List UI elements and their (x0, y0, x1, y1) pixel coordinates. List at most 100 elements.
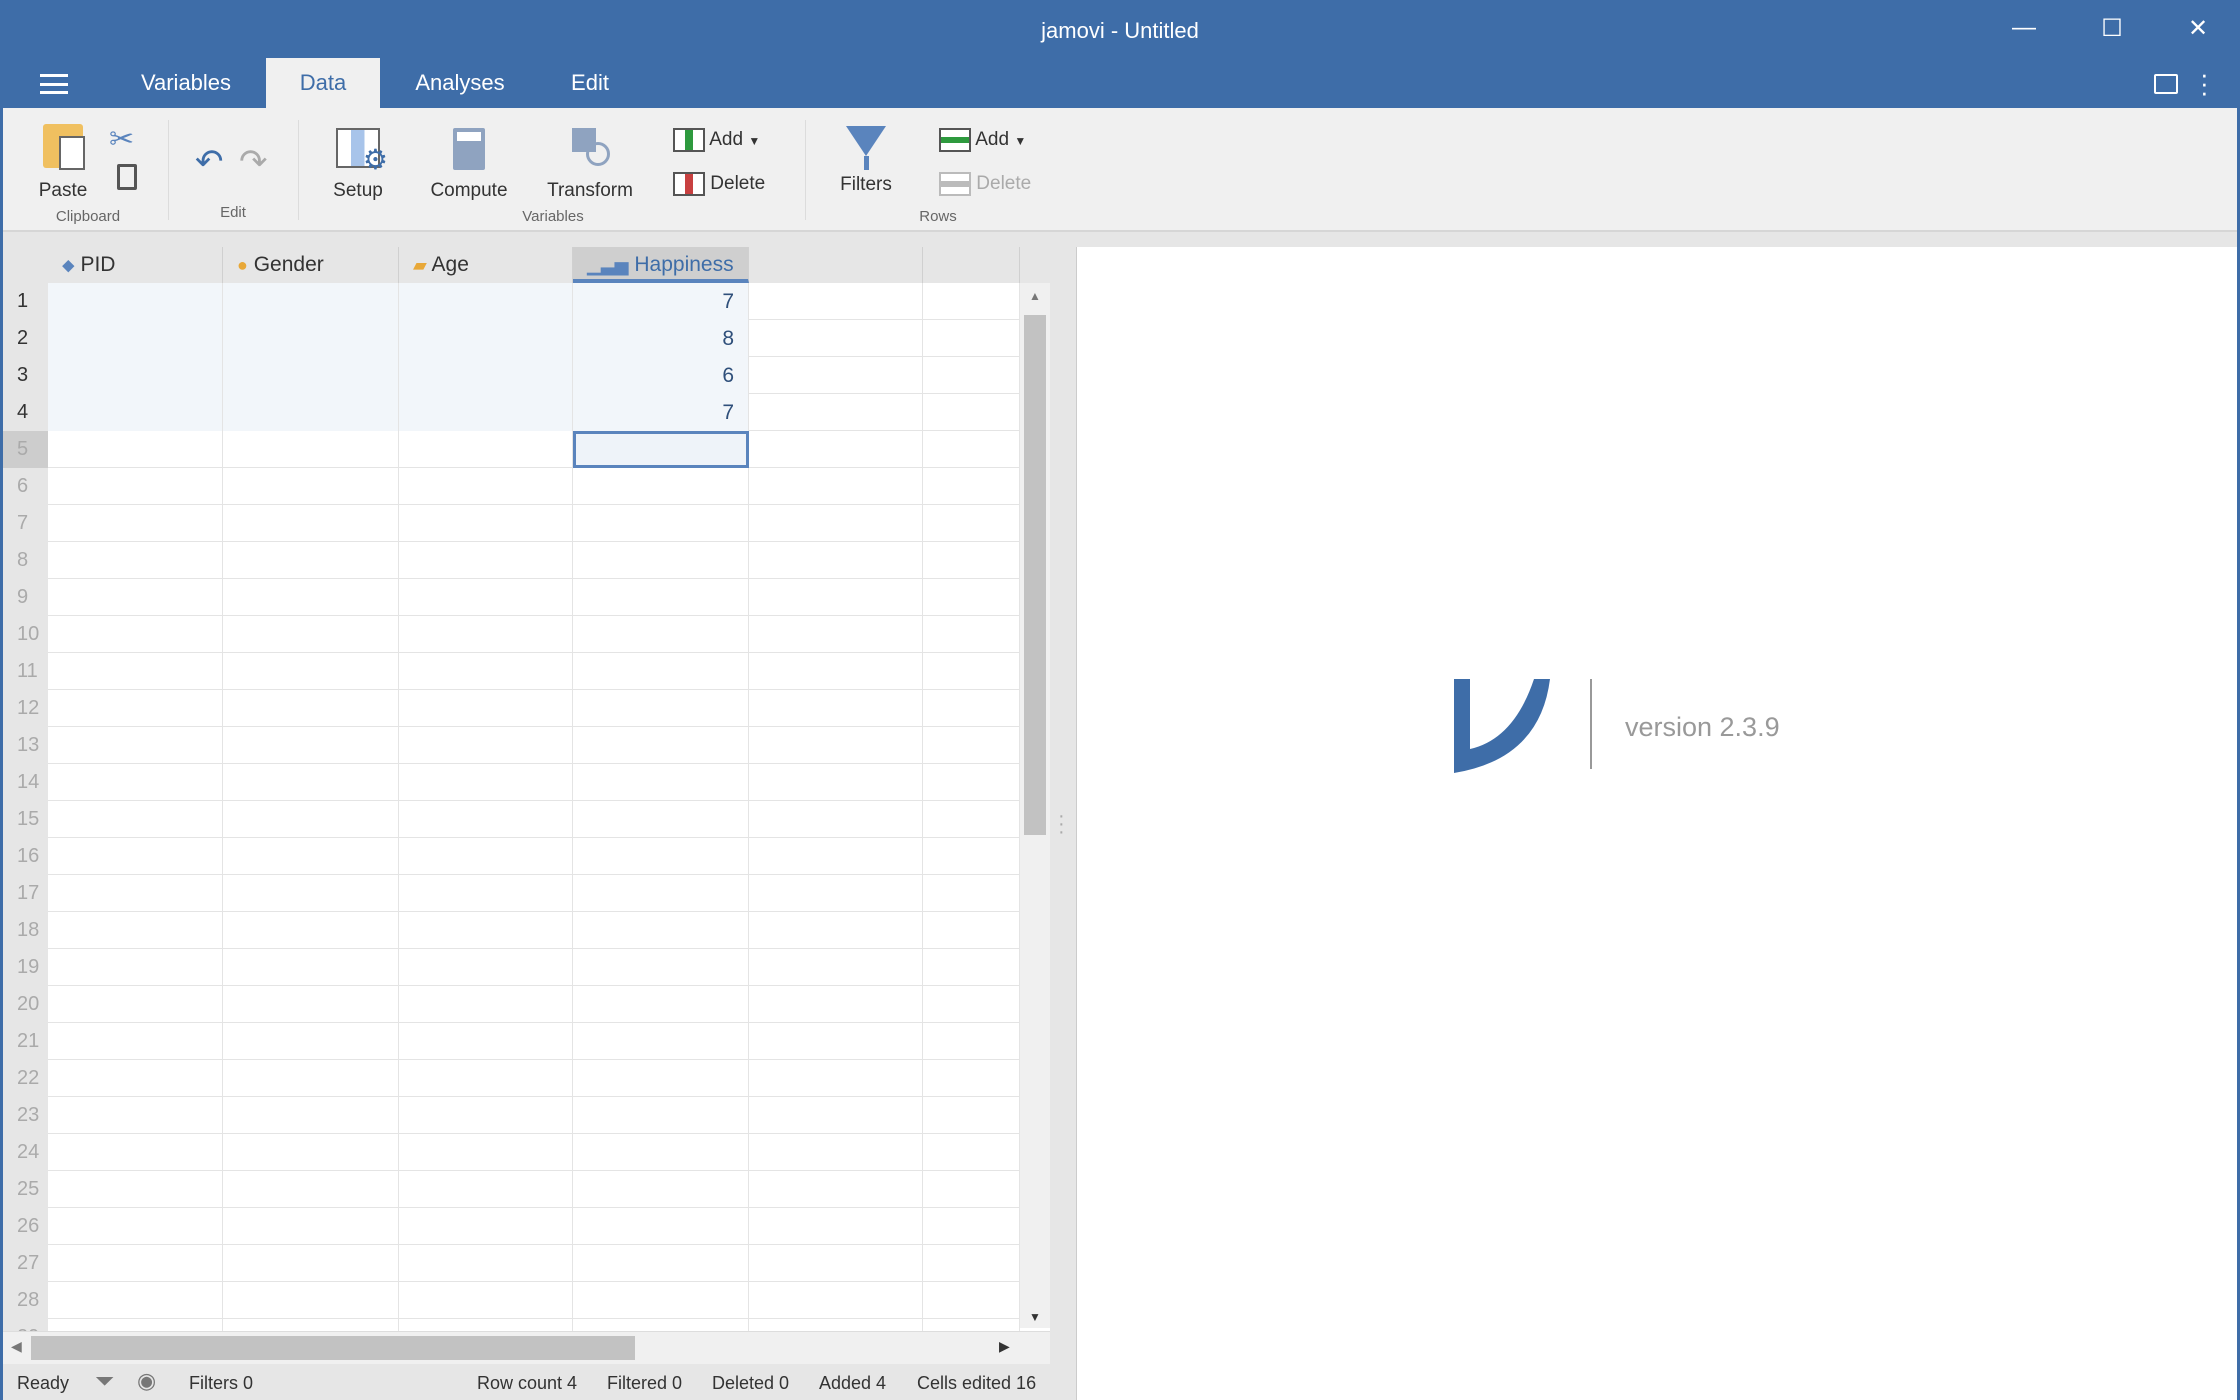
table-cell[interactable] (749, 801, 923, 838)
row-number[interactable]: 24 (3, 1134, 48, 1171)
scroll-right-icon[interactable]: ▶ (999, 1338, 1010, 1355)
table-cell[interactable] (573, 653, 749, 690)
table-cell[interactable] (399, 1023, 573, 1060)
table-cell[interactable] (923, 949, 1020, 986)
table-cell[interactable] (223, 1060, 399, 1097)
table-cell[interactable] (923, 1208, 1020, 1245)
row-number[interactable]: 4 (3, 394, 48, 431)
table-cell[interactable] (223, 1023, 399, 1060)
row-number[interactable]: 15 (3, 801, 48, 838)
row-number[interactable]: 22 (3, 1060, 48, 1097)
tab-edit[interactable]: Edit (550, 58, 630, 108)
table-cell[interactable] (48, 1245, 223, 1282)
table-cell[interactable] (223, 764, 399, 801)
table-cell[interactable] (48, 949, 223, 986)
table-cell[interactable] (923, 1060, 1020, 1097)
table-cell[interactable] (923, 1171, 1020, 1208)
table-cell[interactable] (923, 357, 1020, 394)
table-cell[interactable]: 7 (573, 283, 749, 320)
table-cell[interactable] (749, 1208, 923, 1245)
table-cell[interactable] (749, 431, 923, 468)
table-cell[interactable] (923, 616, 1020, 653)
table-cell[interactable] (923, 1245, 1020, 1282)
table-cell[interactable] (923, 875, 1020, 912)
eye-icon[interactable]: ◉ (137, 1368, 156, 1394)
table-cell[interactable] (223, 986, 399, 1023)
table-cell[interactable] (749, 690, 923, 727)
table-cell[interactable] (923, 1097, 1020, 1134)
table-cell[interactable] (923, 542, 1020, 579)
row-number[interactable]: 12 (3, 690, 48, 727)
table-cell[interactable] (923, 468, 1020, 505)
table-cell[interactable] (399, 394, 573, 431)
table-cell[interactable] (399, 690, 573, 727)
table-cell[interactable] (223, 801, 399, 838)
table-cell[interactable] (223, 394, 399, 431)
table-cell[interactable] (749, 1134, 923, 1171)
row-number[interactable]: 3 (3, 357, 48, 394)
table-cell[interactable] (48, 653, 223, 690)
panel-splitter[interactable]: · · · (1058, 806, 1068, 842)
table-cell[interactable] (48, 875, 223, 912)
table-cell[interactable] (749, 1282, 923, 1319)
table-cell[interactable] (223, 320, 399, 357)
table-cell[interactable] (749, 320, 923, 357)
table-cell[interactable] (749, 394, 923, 431)
tab-data[interactable]: Data (266, 58, 380, 108)
table-cell[interactable] (48, 505, 223, 542)
table-cell[interactable] (48, 764, 223, 801)
table-cell[interactable] (223, 1245, 399, 1282)
table-cell[interactable] (573, 764, 749, 801)
table-cell[interactable] (573, 986, 749, 1023)
table-cell[interactable] (48, 394, 223, 431)
row-number[interactable]: 9 (3, 579, 48, 616)
table-cell[interactable] (223, 357, 399, 394)
table-cell[interactable] (399, 283, 573, 320)
table-cell[interactable] (923, 912, 1020, 949)
table-cell[interactable] (48, 579, 223, 616)
filters-button[interactable]: Filters (829, 126, 903, 196)
table-cell[interactable] (573, 690, 749, 727)
table-cell[interactable] (223, 1097, 399, 1134)
table-cell[interactable]: 7 (573, 394, 749, 431)
table-cell[interactable] (923, 1134, 1020, 1171)
row-number[interactable]: 28 (3, 1282, 48, 1319)
table-cell[interactable] (923, 986, 1020, 1023)
table-cell[interactable] (399, 357, 573, 394)
table-cell[interactable] (399, 1282, 573, 1319)
column-header-empty[interactable] (923, 247, 1020, 283)
table-cell[interactable] (48, 1134, 223, 1171)
column-header-age[interactable]: ▰ Age (399, 247, 573, 283)
table-cell[interactable] (48, 468, 223, 505)
table-cell[interactable] (399, 616, 573, 653)
table-cell[interactable] (48, 912, 223, 949)
row-number[interactable]: 14 (3, 764, 48, 801)
scroll-down-icon[interactable]: ▼ (1020, 1310, 1050, 1324)
compute-button[interactable]: Compute (423, 128, 515, 202)
table-cell[interactable] (399, 468, 573, 505)
table-cell[interactable] (923, 283, 1020, 320)
table-cell[interactable] (573, 1023, 749, 1060)
table-cell[interactable] (573, 1245, 749, 1282)
vertical-scrollbar[interactable]: ▲ ▼ (1020, 283, 1050, 1328)
table-cell[interactable] (223, 1208, 399, 1245)
hamburger-menu-icon[interactable] (40, 74, 68, 94)
undo-icon[interactable]: ↶ (195, 142, 224, 182)
table-cell[interactable] (923, 320, 1020, 357)
table-cell[interactable] (223, 1171, 399, 1208)
table-cell[interactable] (573, 1282, 749, 1319)
table-cell[interactable] (573, 875, 749, 912)
add-variable-button[interactable]: Add ▼ (673, 128, 760, 152)
table-cell[interactable] (48, 1208, 223, 1245)
table-cell[interactable] (399, 764, 573, 801)
row-number[interactable]: 10 (3, 616, 48, 653)
table-cell[interactable] (749, 875, 923, 912)
delete-variable-button[interactable]: Delete (673, 172, 765, 196)
column-header-empty[interactable] (749, 247, 923, 283)
table-cell[interactable] (223, 690, 399, 727)
table-cell[interactable] (399, 727, 573, 764)
table-cell[interactable] (223, 838, 399, 875)
row-number[interactable]: 27 (3, 1245, 48, 1282)
row-number[interactable]: 6 (3, 468, 48, 505)
table-cell[interactable] (48, 357, 223, 394)
